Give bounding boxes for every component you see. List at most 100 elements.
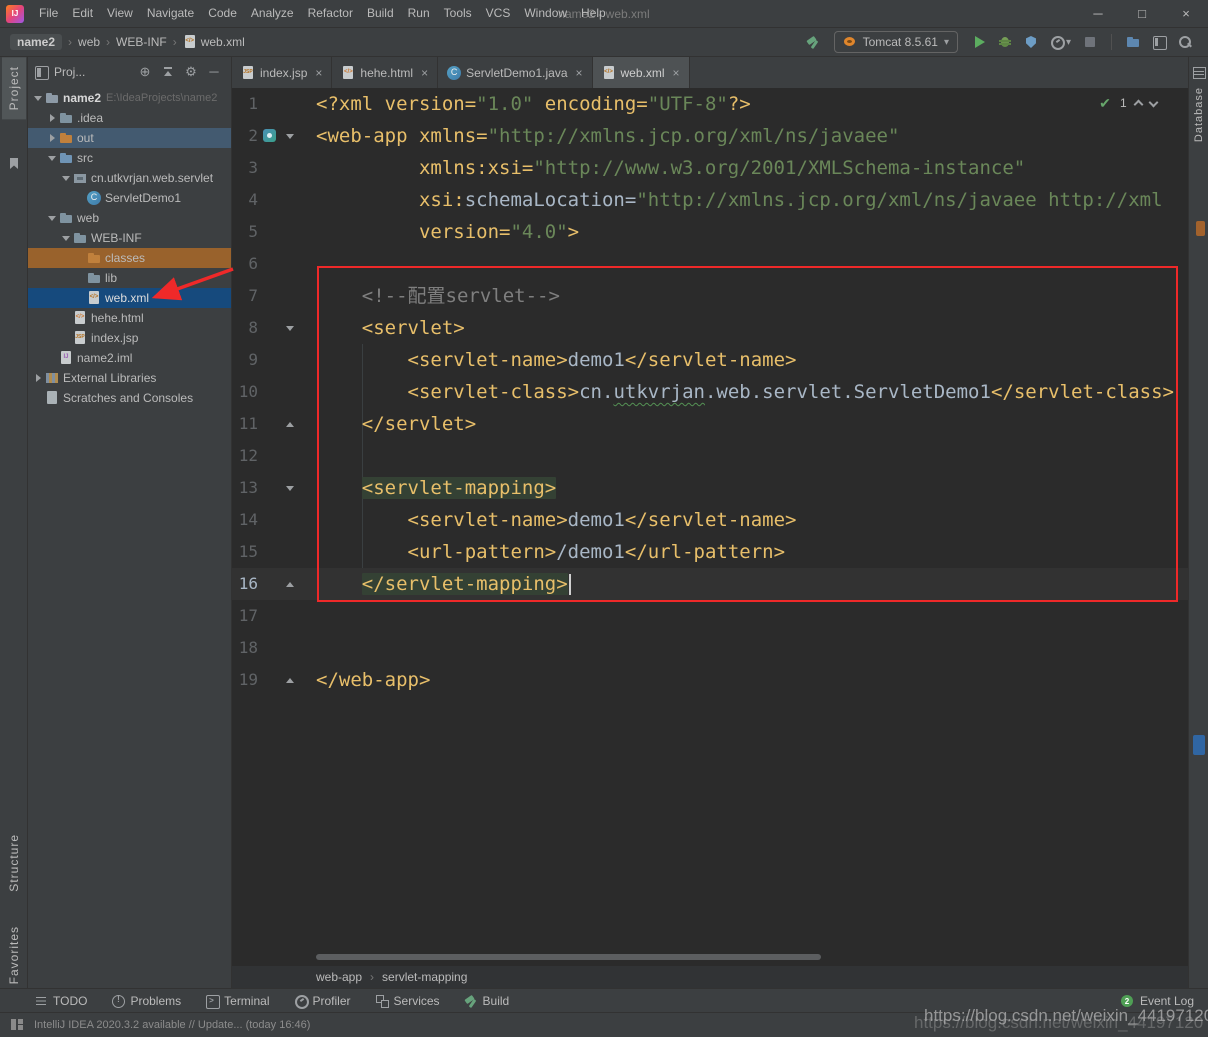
menu-analyze[interactable]: Analyze: [244, 0, 301, 27]
tree-item-out[interactable]: out: [28, 128, 231, 148]
inspection-widget[interactable]: ✔1: [1098, 96, 1157, 110]
tree-collapse-icon[interactable]: [48, 214, 56, 222]
fold-collapse-icon[interactable]: [286, 324, 295, 333]
menu-vcs[interactable]: VCS: [479, 0, 518, 27]
tree-item-web[interactable]: web: [28, 208, 231, 228]
tree-item-hehe-html[interactable]: hehe.html: [28, 308, 231, 328]
tree-item-src[interactable]: src: [28, 148, 231, 168]
editor[interactable]: 1<?xml version="1.0" encoding="UTF-8"?>2…: [232, 88, 1188, 966]
tree-item-lib[interactable]: lib: [28, 268, 231, 288]
editor-tab-index-jsp[interactable]: index.jsp×: [232, 57, 332, 88]
menu-navigate[interactable]: Navigate: [140, 0, 201, 27]
code-line-6[interactable]: 6: [232, 248, 1188, 280]
breadcrumb-web[interactable]: web: [78, 35, 100, 49]
menu-refactor[interactable]: Refactor: [301, 0, 360, 27]
menu-edit[interactable]: Edit: [65, 0, 100, 27]
menu-tools[interactable]: Tools: [437, 0, 479, 27]
code-line-4[interactable]: 4 xsi:schemaLocation="http://xmlns.jcp.o…: [232, 184, 1188, 216]
fold-collapse-icon[interactable]: [286, 484, 295, 493]
editor-tab-hehe-html[interactable]: hehe.html×: [332, 57, 438, 88]
tree-expand-icon[interactable]: [48, 114, 56, 122]
run-config-select[interactable]: Tomcat 8.5.61▾: [834, 31, 958, 53]
fold-end-icon[interactable]: [286, 420, 295, 429]
tab-close-icon[interactable]: ×: [673, 66, 680, 80]
editor-tab-servletdemo1-java[interactable]: ServletDemo1.java×: [438, 57, 592, 88]
stripe-tab-favorites[interactable]: Favorites: [2, 917, 26, 993]
code-line-7[interactable]: 7 <!--配置servlet-->: [232, 280, 1188, 312]
breadcrumb-name2[interactable]: name2: [10, 34, 62, 50]
menu-code[interactable]: Code: [201, 0, 244, 27]
menu-view[interactable]: View: [100, 0, 140, 27]
code-line-18[interactable]: 18: [232, 632, 1188, 664]
code-line-10[interactable]: 10 <servlet-class>cn.utkvrjan.web.servle…: [232, 376, 1188, 408]
code-line-16[interactable]: 16 </servlet-mapping>: [232, 568, 1188, 600]
code-line-12[interactable]: 12: [232, 440, 1188, 472]
breadcrumb-web-xml[interactable]: web.xml: [183, 35, 245, 49]
tree-collapse-icon[interactable]: [34, 94, 42, 102]
tree-expand-icon[interactable]: [34, 374, 42, 382]
tab-close-icon[interactable]: ×: [576, 66, 583, 80]
minus-icon[interactable]: ─: [207, 65, 221, 79]
breadcrumb-web-inf[interactable]: WEB-INF: [116, 35, 167, 49]
window-maximize-button[interactable]: □: [1120, 0, 1164, 27]
tree-item-web-xml[interactable]: web.xml: [28, 288, 231, 308]
tab-close-icon[interactable]: ×: [315, 66, 322, 80]
debug-button[interactable]: [996, 33, 1014, 51]
toolwindow-problems[interactable]: Problems: [111, 994, 181, 1008]
stripe-tab-structure[interactable]: Structure: [2, 825, 26, 901]
bookmark-icon[interactable]: [7, 157, 21, 171]
tree-item-scratches-and-consoles[interactable]: Scratches and Consoles: [28, 388, 231, 408]
event-log-button[interactable]: 2 Event Log: [1121, 994, 1194, 1008]
tree-item-index-jsp[interactable]: index.jsp: [28, 328, 231, 348]
tree-item-name2[interactable]: name2 E:\IdeaProjects\name2: [28, 88, 231, 108]
tree-item-servletdemo1[interactable]: ServletDemo1: [28, 188, 231, 208]
coverage-button[interactable]: [1022, 33, 1040, 51]
collapse-icon[interactable]: [161, 65, 175, 79]
locate-icon[interactable]: ⊕: [138, 65, 152, 79]
next-warning-icon[interactable]: [1148, 97, 1158, 107]
xml-breadcrumb-web-app[interactable]: web-app: [316, 970, 362, 984]
hammer-button[interactable]: [804, 33, 822, 51]
code-line-17[interactable]: 17: [232, 600, 1188, 632]
menu-file[interactable]: File: [32, 0, 65, 27]
code-line-14[interactable]: 14 <servlet-name>demo1</servlet-name>: [232, 504, 1188, 536]
xml-breadcrumb-servlet-mapping[interactable]: servlet-mapping: [382, 970, 467, 984]
code-line-13[interactable]: 13 <servlet-mapping>: [232, 472, 1188, 504]
code-line-2[interactable]: 2<web-app xmlns="http://xmlns.jcp.org/xm…: [232, 120, 1188, 152]
horizontal-scrollbar[interactable]: [316, 954, 821, 960]
toolwindow-build[interactable]: Build: [464, 994, 510, 1008]
toolwindow-todo[interactable]: TODO: [34, 994, 87, 1008]
menu-help[interactable]: Help: [574, 0, 613, 27]
tree-collapse-icon[interactable]: [48, 154, 56, 162]
tree-item-name2-iml[interactable]: name2.iml: [28, 348, 231, 368]
editor-tab-web-xml[interactable]: web.xml×: [593, 57, 690, 88]
menu-run[interactable]: Run: [401, 0, 437, 27]
tree-collapse-icon[interactable]: [62, 234, 70, 242]
open-folder-button[interactable]: [1124, 33, 1142, 51]
code-line-11[interactable]: 11 </servlet>: [232, 408, 1188, 440]
code-line-9[interactable]: 9 <servlet-name>demo1</servlet-name>: [232, 344, 1188, 376]
stripe-tab-project[interactable]: Project: [2, 57, 26, 119]
toolwindow-terminal[interactable]: Terminal: [205, 994, 269, 1008]
tree-item-idea[interactable]: .idea: [28, 108, 231, 128]
menu-build[interactable]: Build: [360, 0, 401, 27]
prev-warning-icon[interactable]: [1133, 100, 1143, 110]
toolwindow-services[interactable]: Services: [375, 994, 440, 1008]
tree-collapse-icon[interactable]: [62, 174, 70, 182]
code-line-15[interactable]: 15 <url-pattern>/demo1</url-pattern>: [232, 536, 1188, 568]
toolwindow-switcher-icon[interactable]: [10, 1018, 24, 1032]
profiler-button[interactable]: ▾: [1048, 33, 1073, 51]
toolwindow-profiler[interactable]: Profiler: [294, 994, 351, 1008]
tree-item-classes[interactable]: classes: [28, 248, 231, 268]
fold-end-icon[interactable]: [286, 580, 295, 589]
menu-window[interactable]: Window: [517, 0, 574, 27]
tree-item-web-inf[interactable]: WEB-INF: [28, 228, 231, 248]
layout-button[interactable]: [1150, 33, 1168, 51]
fold-end-icon[interactable]: [286, 676, 295, 685]
tree-item-cn-utkvrjan-web-servlet[interactable]: cn.utkvrjan.web.servlet: [28, 168, 231, 188]
code-line-19[interactable]: 19</web-app>: [232, 664, 1188, 696]
stop-button[interactable]: [1081, 33, 1099, 51]
window-minimize-button[interactable]: ─: [1076, 0, 1120, 27]
code-line-1[interactable]: 1<?xml version="1.0" encoding="UTF-8"?>: [232, 88, 1188, 120]
run-button[interactable]: [970, 33, 988, 51]
